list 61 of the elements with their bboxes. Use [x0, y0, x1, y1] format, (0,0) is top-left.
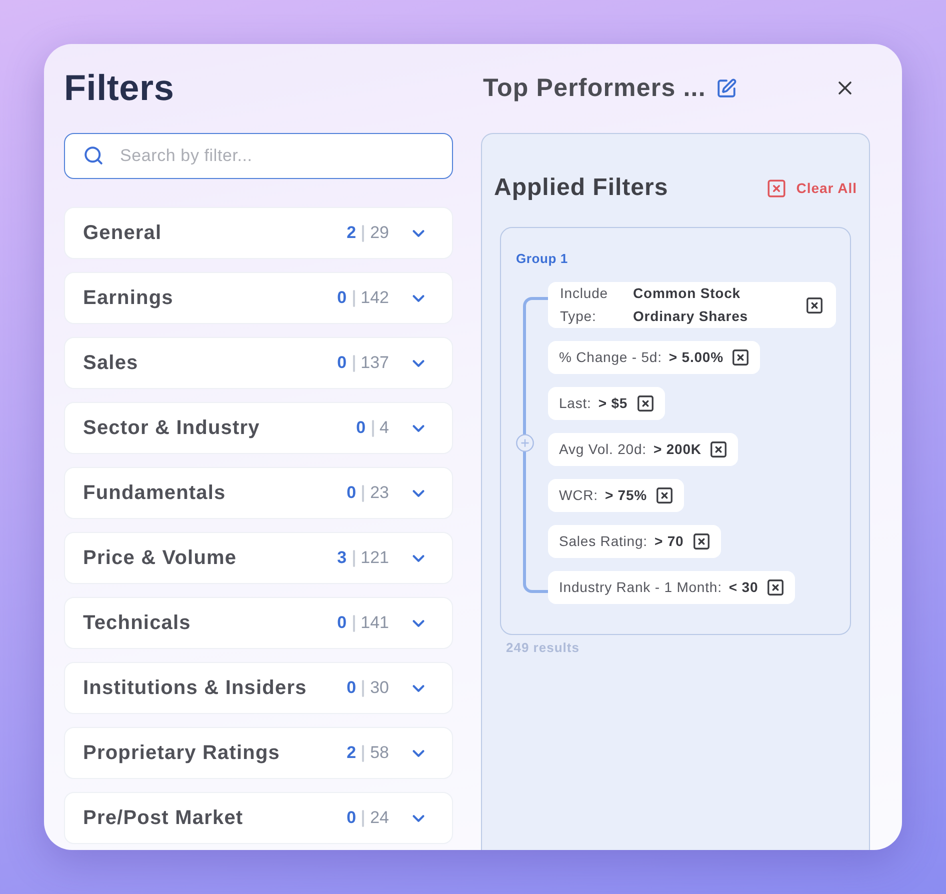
clear-icon [766, 178, 788, 198]
total-count: 29 [370, 223, 389, 243]
filter-value: > $5 [598, 394, 628, 413]
preset-name: Top Performers ... [483, 74, 706, 102]
filter-value: > 70 [654, 532, 684, 551]
selected-count: 0 [346, 483, 356, 503]
category-header[interactable]: Technicals 0 141 [64, 597, 453, 649]
total-count: 30 [370, 678, 389, 698]
filter-value: > 75% [604, 486, 648, 505]
category-header[interactable]: Proprietary Ratings 2 58 [64, 727, 453, 779]
category-header[interactable]: Institutions & Insiders 0 30 [64, 662, 453, 714]
selected-count: 0 [337, 353, 347, 373]
category-header[interactable]: Price & Volume 3 121 [64, 532, 453, 584]
total-count: 58 [370, 743, 389, 763]
filter-label: Include Type: [560, 284, 609, 326]
selected-count: 0 [337, 288, 347, 308]
filter-label: Last: [559, 394, 592, 413]
search-field[interactable]: Search by filter... [64, 133, 453, 179]
total-count: 23 [370, 483, 389, 503]
filter-value: > 5.00% [668, 348, 724, 367]
total-count: 142 [360, 288, 389, 308]
filter-label: % Change - 5d: [559, 348, 662, 367]
filter-value: Ordinary Shares [633, 307, 748, 326]
total-count: 4 [380, 418, 389, 438]
remove-icon[interactable] [655, 486, 674, 505]
selected-count: 0 [346, 678, 356, 698]
filter-value: > 200K [653, 440, 702, 459]
dialog-title: Filters [64, 66, 174, 110]
total-count: 121 [360, 548, 389, 568]
results-count: 249 results [506, 640, 580, 655]
panel-title: Applied Filters [494, 174, 668, 202]
category-header[interactable]: Fundamentals 0 23 [64, 467, 453, 519]
filter-label: Sales Rating: [559, 532, 648, 551]
remove-icon[interactable] [805, 296, 824, 314]
remove-icon[interactable] [692, 532, 711, 551]
search-icon [83, 145, 104, 166]
category-header[interactable]: Earnings 0 142 [64, 272, 453, 324]
filter-value: Common Stock [633, 284, 740, 303]
filter-label: Avg Vol. 20d: [559, 440, 646, 459]
remove-icon[interactable] [766, 578, 786, 597]
total-count: 137 [360, 353, 389, 373]
selected-count: 2 [346, 743, 356, 763]
filter-label: WCR: [559, 486, 598, 505]
total-count: 24 [370, 808, 389, 828]
remove-icon[interactable] [709, 440, 728, 459]
category-header[interactable]: Pre/Post Market 0 24 [64, 792, 453, 844]
category-header[interactable]: Sector & Industry 0 4 [64, 402, 453, 454]
selected-count: 0 [346, 808, 356, 828]
selected-count: 2 [346, 223, 356, 243]
edit-icon[interactable] [716, 78, 737, 98]
selected-count: 3 [337, 548, 347, 568]
category-header[interactable]: General 2 29 [64, 207, 453, 259]
selected-count: 0 [337, 613, 347, 633]
filter-label: Industry Rank - 1 Month: [559, 578, 722, 597]
selected-count: 0 [356, 418, 366, 438]
total-count: 141 [360, 613, 389, 633]
category-header[interactable]: Sales 0 137 [64, 337, 453, 389]
filter-value: < 30 [728, 578, 758, 597]
remove-icon[interactable] [731, 348, 750, 367]
group-label: Group 1 [516, 251, 568, 266]
remove-icon[interactable] [636, 394, 655, 413]
